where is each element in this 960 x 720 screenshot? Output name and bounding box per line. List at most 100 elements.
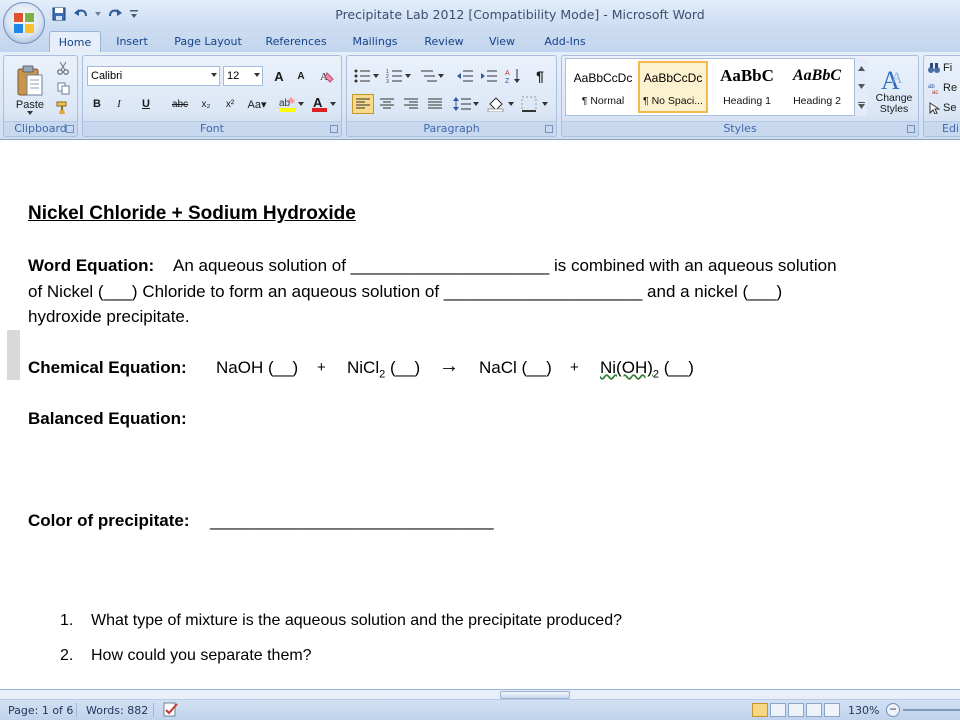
find-button[interactable]: Fi — [928, 60, 960, 76]
align-center-icon[interactable] — [376, 94, 398, 114]
tab-references[interactable]: References — [260, 31, 332, 52]
show-formatting-marks-icon[interactable]: ¶ — [529, 66, 551, 86]
scrollbar-thumb[interactable] — [500, 691, 570, 699]
change-case-icon[interactable]: Aa▾ — [243, 94, 271, 114]
style-no-spacing[interactable]: AaBbCcDc ¶ No Spaci... — [638, 61, 708, 113]
font-dialog-launcher[interactable] — [330, 125, 338, 133]
office-button[interactable] — [3, 2, 45, 44]
word-count[interactable]: Words: 882 — [86, 704, 148, 717]
document-area[interactable]: Nickel Chloride + Sodium Hydroxide Word … — [0, 141, 960, 689]
svg-text:Z: Z — [505, 78, 510, 84]
select-button[interactable]: Se — [928, 100, 960, 116]
zoom-out-icon[interactable]: − — [886, 703, 900, 717]
decrease-indent-icon[interactable] — [454, 66, 476, 86]
borders-icon[interactable] — [519, 94, 551, 114]
select-label: Se — [943, 102, 957, 114]
copy-icon[interactable] — [54, 80, 72, 96]
shrink-font-icon[interactable]: A — [291, 66, 311, 86]
highlight-icon[interactable]: ab — [276, 94, 306, 114]
font-size-combo[interactable]: 12 — [223, 66, 263, 86]
align-left-icon[interactable] — [352, 94, 374, 114]
word-equation-line-2: of Nickel (___) Chloride to form an aque… — [28, 282, 783, 301]
style-preview: AaBbC — [720, 66, 774, 85]
line-spacing-icon[interactable] — [451, 94, 481, 114]
font-name-value: Calibri — [91, 70, 123, 82]
tab-page-layout[interactable]: Page Layout — [168, 31, 248, 52]
zoom-slider[interactable] — [903, 709, 960, 711]
tab-add-ins[interactable]: Add-Ins — [538, 31, 592, 52]
change-styles-button[interactable]: A A Change Styles — [870, 58, 918, 120]
outline-view-icon[interactable] — [806, 703, 822, 717]
change-styles-icon: A A — [881, 66, 903, 93]
selection-margin-marker — [7, 330, 20, 380]
justify-icon[interactable] — [424, 94, 446, 114]
style-heading-2[interactable]: AaBbC Heading 2 — [782, 61, 852, 113]
font-name-combo[interactable]: Calibri — [87, 66, 220, 86]
full-screen-reading-view-icon[interactable] — [770, 703, 786, 717]
sort-icon[interactable]: AZ — [502, 66, 524, 86]
bullets-icon[interactable] — [352, 66, 382, 86]
numbering-icon[interactable]: 123 — [384, 66, 414, 86]
superscript-icon[interactable]: x² — [219, 94, 241, 114]
italic-icon[interactable]: I — [109, 94, 129, 114]
proofing-icon[interactable] — [162, 702, 180, 718]
format-painter-icon[interactable] — [54, 100, 72, 116]
shading-icon[interactable] — [485, 94, 517, 114]
chevron-down-icon[interactable] — [857, 83, 865, 89]
style-heading-1[interactable]: AaBbC Heading 1 — [712, 61, 782, 113]
print-layout-view-icon[interactable] — [752, 703, 768, 717]
font-color-icon[interactable]: A — [309, 94, 339, 114]
page-count[interactable]: Page: 1 of 6 — [8, 704, 73, 717]
product-nioh2: Ni(OH)2 (__) — [600, 358, 694, 380]
question-number: 2. — [60, 647, 74, 664]
style-normal[interactable]: AaBbCcDc ¶ Normal — [568, 61, 638, 113]
question-text: How could you separate them? — [91, 647, 312, 664]
product-nacl: NaCl (__) — [479, 358, 552, 377]
underline-icon[interactable]: U — [131, 94, 161, 114]
status-divider — [76, 703, 77, 717]
tab-mailings[interactable]: Mailings — [344, 31, 406, 52]
clipboard-group: Paste Clipboard — [3, 55, 78, 137]
office-logo-icon — [14, 13, 34, 33]
style-preview: AaBbCcDc — [573, 71, 633, 85]
more-icon[interactable] — [857, 102, 865, 110]
chevron-up-icon[interactable] — [857, 65, 865, 71]
horizontal-scrollbar[interactable] — [0, 690, 960, 700]
replace-button[interactable]: ab ac Re — [928, 80, 960, 96]
cut-icon[interactable] — [54, 60, 72, 76]
style-name: ¶ No Spaci... — [643, 95, 703, 107]
styles-dialog-launcher[interactable] — [907, 125, 915, 133]
plus-sign: + — [317, 359, 326, 376]
bold-icon[interactable]: B — [87, 94, 107, 114]
ribbon-tabs: Home Insert Page Layout References Maili… — [0, 30, 960, 52]
web-layout-view-icon[interactable] — [788, 703, 804, 717]
draft-view-icon[interactable] — [824, 703, 840, 717]
reactant-naoh: NaOH (__) — [216, 358, 299, 377]
grow-font-icon[interactable]: A — [269, 66, 289, 86]
document-title: Nickel Chloride + Sodium Hydroxide — [28, 203, 356, 224]
multilevel-list-icon[interactable] — [416, 66, 448, 86]
svg-text:A: A — [505, 70, 510, 77]
subscript-icon[interactable]: x₂ — [195, 94, 217, 114]
tab-insert[interactable]: Insert — [108, 31, 156, 52]
styles-scroll[interactable] — [854, 59, 867, 116]
tab-home[interactable]: Home — [49, 31, 101, 52]
align-right-icon[interactable] — [400, 94, 422, 114]
clipboard-dialog-launcher[interactable] — [66, 125, 74, 133]
tab-view[interactable]: View — [482, 31, 522, 52]
paragraph-group-label: Paragraph — [347, 121, 556, 135]
tab-review[interactable]: Review — [418, 31, 470, 52]
paragraph-dialog-launcher[interactable] — [545, 125, 553, 133]
font-size-value: 12 — [227, 70, 240, 82]
zoom-level[interactable]: 130% — [848, 704, 879, 717]
strikethrough-icon[interactable]: abc — [167, 94, 193, 114]
increase-indent-icon[interactable] — [478, 66, 500, 86]
status-bar: Page: 1 of 6 Words: 882 130% − — [0, 689, 960, 720]
clear-formatting-icon[interactable]: A — [316, 66, 338, 86]
cursor-icon — [929, 102, 940, 114]
balanced-equation-label: Balanced Equation: — [28, 409, 187, 428]
paste-button[interactable]: Paste — [8, 58, 52, 122]
editing-group: Fi ab ac Re Se Edi — [923, 55, 960, 137]
style-name: ¶ Normal — [581, 95, 625, 107]
color-of-precipitate-label: Color of precipitate: — [28, 511, 190, 530]
